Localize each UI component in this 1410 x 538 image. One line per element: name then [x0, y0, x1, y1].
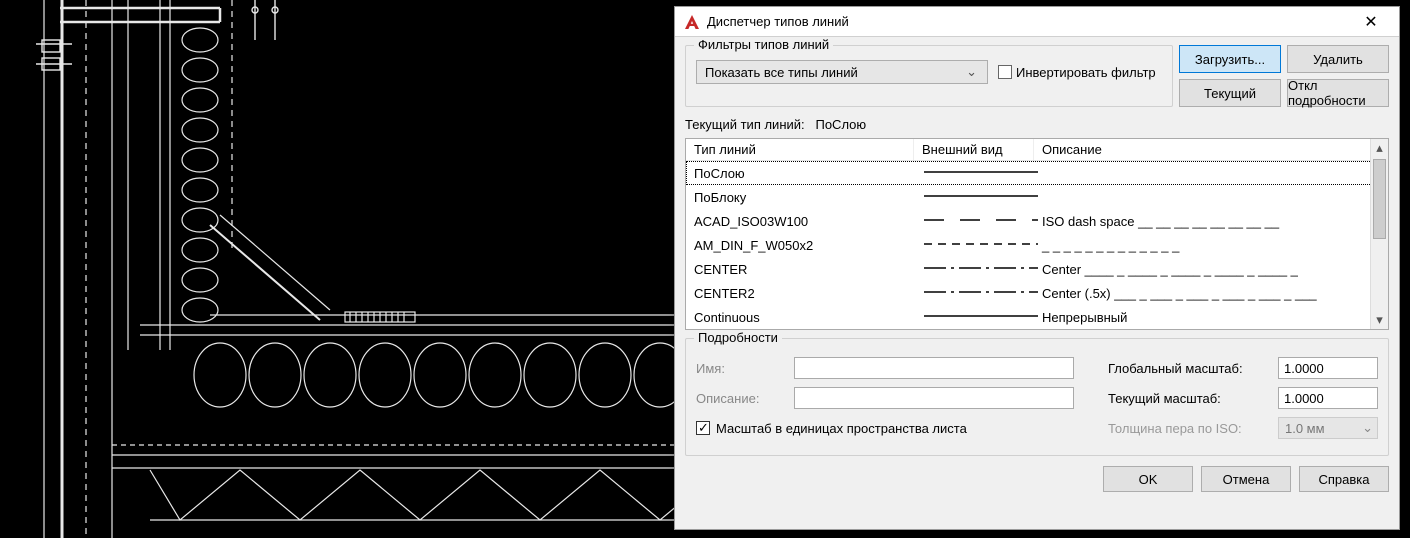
delete-button-label: Удалить [1313, 52, 1363, 67]
scroll-down-icon[interactable]: ▾ [1371, 311, 1388, 329]
set-current-button[interactable]: Текущий [1179, 79, 1281, 107]
autocad-app-icon [683, 13, 701, 31]
delete-button[interactable]: Удалить [1287, 45, 1389, 73]
row-description: Center (.5x) ___ _ ___ _ ___ _ ___ _ ___… [1034, 284, 1388, 303]
header-appearance[interactable]: Внешний вид [914, 139, 1034, 160]
linetype-manager-dialog: Диспетчер типов линий ✕ Фильтры типов ли… [674, 6, 1400, 530]
linetype-row[interactable]: CENTER Center ____ _ ____ _ ____ _ ____ _… [686, 257, 1388, 281]
details-group: Подробности Имя: Глобальный масштаб: Опи… [685, 338, 1389, 456]
chevron-down-icon: ⌄ [960, 64, 983, 80]
close-button[interactable]: ✕ [1351, 12, 1391, 32]
dialog-title: Диспетчер типов линий [707, 14, 1351, 29]
filters-legend: Фильтры типов линий [694, 37, 833, 52]
load-button-label: Загрузить... [1195, 52, 1265, 67]
header-description[interactable]: Описание [1034, 139, 1388, 160]
name-field [794, 357, 1074, 379]
description-field [794, 387, 1074, 409]
close-icon: ✕ [1364, 14, 1377, 31]
invert-filter-label: Инвертировать фильтр [1016, 65, 1156, 80]
list-header: Тип линий Внешний вид Описание [686, 139, 1388, 161]
row-appearance [914, 259, 1034, 280]
linetype-row[interactable]: CENTER2 Center (.5x) ___ _ ___ _ ___ _ __… [686, 281, 1388, 305]
cancel-button-label: Отмена [1223, 472, 1270, 487]
iso-pen-combo: 1.0 мм ⌄ [1278, 417, 1378, 439]
help-button[interactable]: Справка [1299, 466, 1389, 492]
current-scale-label: Текущий масштаб: [1108, 391, 1278, 406]
set-current-button-label: Текущий [1204, 86, 1256, 101]
row-description: Center ____ _ ____ _ ____ _ ____ _ ____ … [1034, 260, 1388, 279]
checkbox-box-icon: ✓ [696, 421, 710, 435]
row-name: ПоСлою [686, 164, 914, 183]
row-description: ISO dash space __ __ __ __ __ __ __ __ [1034, 212, 1388, 231]
row-appearance [914, 163, 1034, 184]
toggle-details-button[interactable]: Откл подробности [1287, 79, 1389, 107]
global-scale-field[interactable] [1278, 357, 1378, 379]
titlebar: Диспетчер типов линий ✕ [675, 7, 1399, 37]
cancel-button[interactable]: Отмена [1201, 466, 1291, 492]
scroll-thumb[interactable] [1373, 159, 1386, 239]
checkbox-box-icon [998, 65, 1012, 79]
filter-combo-value: Показать все типы линий [705, 65, 858, 80]
row-name: AM_DIN_F_W050x2 [686, 236, 914, 255]
current-linetype-text: Текущий тип линий: ПоСлою [685, 117, 1389, 132]
details-legend: Подробности [694, 330, 782, 345]
help-button-label: Справка [1319, 472, 1370, 487]
row-description: Непрерывный [1034, 308, 1388, 327]
paperspace-scale-label: Масштаб в единицах пространства листа [716, 421, 967, 436]
scroll-up-icon[interactable]: ▴ [1371, 139, 1388, 157]
header-name[interactable]: Тип линий [686, 139, 914, 160]
chevron-down-icon: ⌄ [1362, 420, 1373, 436]
filters-group: Фильтры типов линий Показать все типы ли… [685, 45, 1173, 107]
row-name: CENTER2 [686, 284, 914, 303]
row-appearance [914, 211, 1034, 232]
row-appearance [914, 307, 1034, 328]
iso-pen-label: Толщина пера по ISO: [1108, 421, 1278, 436]
ok-button-label: OK [1139, 472, 1158, 487]
current-scale-field[interactable] [1278, 387, 1378, 409]
global-scale-label: Глобальный масштаб: [1108, 361, 1278, 376]
current-linetype-value: ПоСлою [815, 117, 866, 132]
current-linetype-label: Текущий тип линий: [685, 117, 805, 132]
linetype-list: Тип линий Внешний вид Описание ПоСлою ПоБ… [685, 138, 1389, 330]
name-label: Имя: [696, 361, 794, 376]
row-description [1034, 171, 1388, 175]
paperspace-scale-checkbox[interactable]: ✓ Масштаб в единицах пространства листа [696, 421, 967, 436]
row-name: ПоБлоку [686, 188, 914, 207]
row-name: Continuous [686, 308, 914, 327]
row-appearance [914, 283, 1034, 304]
invert-filter-checkbox[interactable]: Инвертировать фильтр [998, 65, 1156, 80]
row-name: CENTER [686, 260, 914, 279]
linetype-row[interactable]: Continuous Непрерывный [686, 305, 1388, 329]
row-appearance [914, 187, 1034, 208]
row-name: ACAD_ISO03W100 [686, 212, 914, 231]
row-description [1034, 195, 1388, 199]
linetype-row[interactable]: ACAD_ISO03W100 ISO dash space __ __ __ __… [686, 209, 1388, 233]
linetype-filter-combo[interactable]: Показать все типы линий ⌄ [696, 60, 988, 84]
linetype-row[interactable]: ПоСлою [686, 161, 1388, 185]
row-description: _ _ _ _ _ _ _ _ _ _ _ _ _ [1034, 236, 1388, 255]
ok-button[interactable]: OK [1103, 466, 1193, 492]
linetype-row[interactable]: ПоБлоку [686, 185, 1388, 209]
toggle-details-button-label: Откл подробности [1288, 78, 1388, 108]
linetype-row[interactable]: AM_DIN_F_W050x2 _ _ _ _ _ _ _ _ _ _ _ _ _ [686, 233, 1388, 257]
list-scrollbar[interactable]: ▴ ▾ [1370, 139, 1388, 329]
row-appearance [914, 235, 1034, 256]
check-icon: ✓ [698, 420, 709, 436]
load-button[interactable]: Загрузить... [1179, 45, 1281, 73]
description-label: Описание: [696, 391, 794, 406]
iso-pen-value: 1.0 мм [1285, 421, 1325, 436]
